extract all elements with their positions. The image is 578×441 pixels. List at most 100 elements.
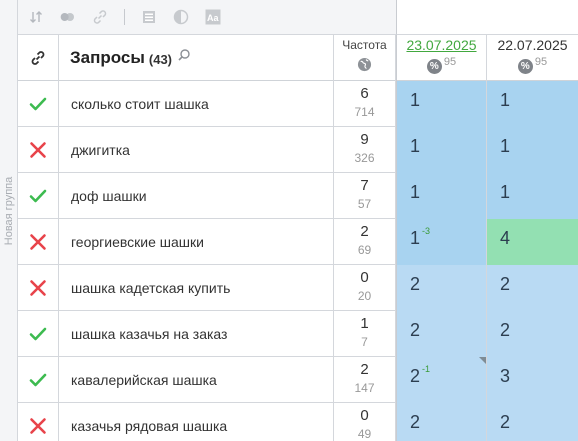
date-link-1[interactable]: 23.07.2025 <box>397 37 486 53</box>
position-value: 2 <box>410 274 421 294</box>
position-value: 1 <box>500 90 511 110</box>
position-value: 2 <box>500 274 511 294</box>
position-cell-date-2[interactable]: 4 <box>487 219 578 265</box>
table-row[interactable]: шашка казачья на заказ 1 7 2 2 <box>18 311 578 357</box>
status-cell[interactable] <box>18 311 59 357</box>
toggle-icon[interactable] <box>60 9 76 25</box>
date-label-2: 22.07.2025 <box>497 37 568 53</box>
query-text[interactable]: джигитка <box>59 127 334 173</box>
query-text[interactable]: доф шашки <box>59 173 334 219</box>
frequency-global-value: 20 <box>357 289 372 303</box>
group-label[interactable]: Новая группа <box>1 166 17 256</box>
query-text[interactable]: шашка казачья на заказ <box>59 311 334 357</box>
search-icon[interactable] <box>177 48 191 62</box>
frequency-value: 9 <box>360 131 369 148</box>
percent-badge-icon: % <box>517 59 533 74</box>
status-cell[interactable] <box>18 127 59 173</box>
position-value: 1 <box>410 90 421 110</box>
link-icon[interactable] <box>92 9 108 25</box>
position-value: 1 <box>500 182 511 202</box>
frequency-value: 7 <box>360 177 369 194</box>
frequency-value: 6 <box>360 85 369 102</box>
position-cell-date-1[interactable]: 1 <box>396 81 487 127</box>
query-text[interactable]: казачья рядовая шашка <box>59 403 334 441</box>
position-value: 1 <box>410 182 421 202</box>
cross-icon[interactable] <box>29 141 47 159</box>
position-cell-date-2[interactable]: 3 <box>487 357 578 403</box>
table-row[interactable]: сколько стоит шашка 6 714 1 1 <box>18 81 578 127</box>
cross-icon[interactable] <box>29 279 47 297</box>
table-row[interactable]: георгиевские шашки 2 69 1 -3 4 <box>18 219 578 265</box>
frequency-value: 2 <box>360 361 369 378</box>
query-text[interactable]: шашка кадетская купить <box>59 265 334 311</box>
cross-icon[interactable] <box>29 233 47 251</box>
position-cell-date-1[interactable]: 2 -1 <box>396 357 487 403</box>
sort-icon[interactable] <box>28 9 44 25</box>
table-header: Запросы (43) Частота 23.07.2025 % 95 22.… <box>18 35 578 81</box>
position-cell-date-2[interactable]: 1 <box>487 127 578 173</box>
text-size-icon[interactable]: Aa <box>205 9 221 25</box>
position-cell-date-2[interactable]: 1 <box>487 81 578 127</box>
note-corner-marker[interactable] <box>479 357 486 364</box>
table-icon[interactable] <box>141 9 157 25</box>
frequency-column-header[interactable]: Частота <box>334 35 396 81</box>
contrast-icon[interactable] <box>173 9 189 25</box>
position-value: 4 <box>500 228 511 248</box>
query-text[interactable]: георгиевские шашки <box>59 219 334 265</box>
table-row[interactable]: джигитка 9 326 1 1 <box>18 127 578 173</box>
status-cell[interactable] <box>18 357 59 403</box>
query-column-header: Запросы (43) <box>59 35 334 81</box>
frequency-global-value: 49 <box>357 427 372 441</box>
frequency-label: Частота <box>342 38 387 52</box>
visibility-percent: 95 <box>443 56 457 68</box>
query-text[interactable]: кавалерийская шашка <box>59 357 334 403</box>
position-cell-date-2[interactable]: 1 <box>487 173 578 219</box>
position-cell-date-1[interactable]: 2 <box>396 265 487 311</box>
position-cell-date-2[interactable]: 2 <box>487 311 578 357</box>
status-cell[interactable] <box>18 403 59 441</box>
frequency-value: 0 <box>360 407 369 424</box>
position-cell-date-1[interactable]: 1 <box>396 127 487 173</box>
checkmark-icon[interactable] <box>29 96 47 112</box>
position-cell-date-1[interactable]: 1 <box>396 173 487 219</box>
queries-title: Запросы <box>70 48 145 67</box>
table-row[interactable]: доф шашки 7 57 1 1 <box>18 173 578 219</box>
query-text[interactable]: сколько стоит шашка <box>59 81 334 127</box>
position-cell-date-1[interactable]: 2 <box>396 403 487 441</box>
position-change: -1 <box>422 364 431 374</box>
table-row[interactable]: кавалерийская шашка 2 147 2 -1 3 <box>18 357 578 403</box>
link-column-header[interactable] <box>18 35 59 81</box>
table-row[interactable]: шашка кадетская купить 0 20 2 2 <box>18 265 578 311</box>
frequency-global-value: 147 <box>354 381 375 395</box>
status-cell[interactable] <box>18 173 59 219</box>
frequency-global-value: 7 <box>361 335 368 349</box>
position-cell-date-2[interactable]: 2 <box>487 403 578 441</box>
frequency-global-value: 69 <box>357 243 372 257</box>
position-cell-date-2[interactable]: 2 <box>487 265 578 311</box>
frequency-value: 2 <box>360 223 369 240</box>
checkmark-icon[interactable] <box>29 372 47 388</box>
position-cell-date-1[interactable]: 2 <box>396 311 487 357</box>
date-column-header-2[interactable]: 22.07.2025 % 95 <box>487 35 578 81</box>
table-row[interactable]: казачья рядовая шашка 0 49 2 2 <box>18 403 578 441</box>
checkmark-icon[interactable] <box>29 326 47 342</box>
frequency-global-value: 57 <box>357 197 372 211</box>
group-sidebar: Новая группа <box>0 0 18 441</box>
toolbar-divider <box>124 9 125 25</box>
date-column-header-1[interactable]: 23.07.2025 % 95 <box>396 35 487 81</box>
position-value: 2 <box>500 412 511 432</box>
position-value: 2 <box>410 412 421 432</box>
frequency-cell: 7 57 <box>334 173 396 219</box>
position-change: -3 <box>422 226 431 236</box>
frequency-cell: 0 49 <box>334 403 396 441</box>
position-cell-date-1[interactable]: 1 -3 <box>396 219 487 265</box>
status-cell[interactable] <box>18 265 59 311</box>
position-value: 2 <box>410 366 421 386</box>
status-cell[interactable] <box>18 219 59 265</box>
frequency-value: 1 <box>360 315 369 332</box>
frequency-global-value: 714 <box>354 105 375 119</box>
status-cell[interactable] <box>18 81 59 127</box>
visibility-percent: 95 <box>534 56 548 68</box>
checkmark-icon[interactable] <box>29 188 47 204</box>
cross-icon[interactable] <box>29 417 47 435</box>
